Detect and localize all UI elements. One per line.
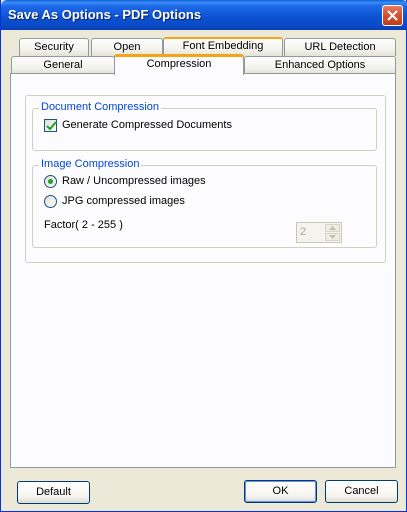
default-button[interactable]: Default — [17, 481, 90, 504]
tab-enhanced-options[interactable]: Enhanced Options — [244, 56, 396, 74]
tab-label: Font Embedding — [182, 40, 264, 52]
jpg-images-label[interactable]: JPG compressed images — [62, 195, 185, 207]
tab-label: General — [43, 59, 83, 71]
tab-label: Open — [113, 41, 141, 53]
chevron-down-icon — [329, 235, 336, 239]
document-compression-group: Document Compression Generate Compressed… — [32, 101, 377, 151]
window-title: Save As Options - PDF Options — [8, 7, 202, 22]
cancel-button[interactable]: Cancel — [325, 480, 398, 503]
title-bar[interactable]: Save As Options - PDF Options — [1, 0, 407, 30]
compression-tab-panel: Document Compression Generate Compressed… — [10, 73, 396, 468]
image-compression-legend: Image Compression — [39, 158, 142, 170]
chevron-up-icon — [329, 226, 336, 230]
factor-value: 2 — [300, 226, 307, 238]
spin-buttons — [325, 224, 340, 241]
spin-up-button[interactable] — [325, 224, 340, 232]
factor-spinner[interactable]: 2 — [296, 222, 342, 243]
tab-url-detection[interactable]: URL Detection — [284, 38, 396, 56]
checkmark-icon — [46, 121, 57, 131]
generate-compressed-label[interactable]: Generate Compressed Documents — [62, 119, 232, 131]
tab-label: Compression — [146, 58, 212, 70]
raw-images-label[interactable]: Raw / Uncompressed images — [62, 175, 206, 187]
tab-security[interactable]: Security — [19, 38, 89, 56]
cancel-button-label: Cancel — [344, 485, 379, 497]
raw-images-radio[interactable] — [44, 175, 57, 188]
ok-button-label: OK — [272, 485, 289, 497]
document-compression-legend: Document Compression — [39, 101, 161, 113]
tab-label: URL Detection — [304, 41, 376, 53]
tab-compression[interactable]: Compression — [114, 54, 244, 75]
default-button-label: Default — [36, 486, 71, 498]
tab-label: Enhanced Options — [274, 59, 366, 71]
radio-selected-dot — [48, 179, 53, 184]
jpg-images-radio[interactable] — [44, 195, 57, 208]
factor-label: Factor( 2 - 255 ) — [44, 219, 123, 231]
compression-settings-panel: Document Compression Generate Compressed… — [25, 95, 386, 263]
close-icon — [387, 10, 398, 21]
tab-general[interactable]: General — [11, 56, 115, 74]
generate-compressed-checkbox[interactable] — [44, 119, 57, 132]
save-as-options-dialog: Save As Options - PDF Options Security O… — [0, 0, 407, 512]
tab-label: Security — [34, 41, 74, 53]
close-button[interactable] — [382, 5, 403, 26]
spin-down-button[interactable] — [325, 233, 340, 241]
ok-button[interactable]: OK — [244, 480, 317, 503]
